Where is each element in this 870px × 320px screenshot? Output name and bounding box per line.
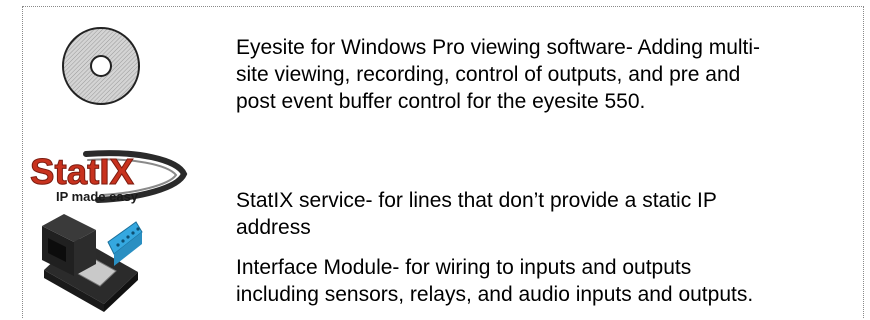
svg-text:StatIX: StatIX: [30, 151, 134, 192]
interface-module-icon: [42, 214, 143, 312]
item-text-line: Interface Module- for wiring to inputs a…: [236, 256, 692, 279]
item-text-line: address: [236, 216, 311, 239]
item-text-line: site viewing, recording, control of outp…: [236, 63, 741, 86]
statix-service-description: StatIX service- for lines that don’t pro…: [236, 187, 717, 241]
cd-disc-icon: [62, 27, 140, 105]
item-text-line: Eyesite for Windows Pro viewing software…: [236, 36, 761, 59]
item-text-line: StatIX service- for lines that don’t pro…: [236, 189, 717, 212]
eyesite-software-description: Eyesite for Windows Pro viewing software…: [236, 34, 760, 115]
statix-logo: StatIX IP made easy: [30, 150, 188, 204]
svg-text:IP made easy: IP made easy: [56, 189, 139, 204]
interface-module-description: Interface Module- for wiring to inputs a…: [236, 254, 753, 308]
item-text-line: post event buffer control for the eyesit…: [236, 90, 646, 113]
item-text-line: including sensors, relays, and audio inp…: [236, 283, 754, 306]
